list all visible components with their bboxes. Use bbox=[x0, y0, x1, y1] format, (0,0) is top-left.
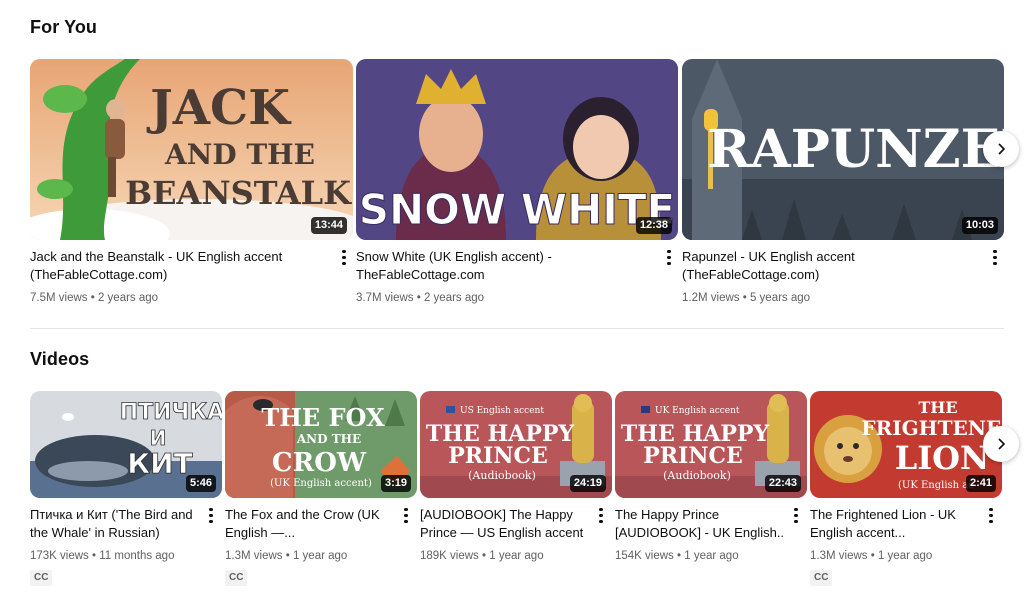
thumb-title-text: THE bbox=[918, 398, 957, 417]
svg-text:(Audiobook): (Audiobook) bbox=[663, 469, 731, 482]
thumb-title-text: RAPUNZEL bbox=[707, 119, 1004, 180]
video-stats: 189K views • 1 year ago bbox=[420, 550, 544, 562]
kebab-icon[interactable] bbox=[401, 506, 411, 526]
svg-text:BEANSTALK: BEANSTALK bbox=[125, 174, 352, 212]
kebab-icon[interactable] bbox=[664, 248, 674, 268]
video-thumbnail[interactable]: THE FOX AND THE CROW (UK English accent)… bbox=[225, 391, 417, 498]
section-divider bbox=[30, 328, 1004, 329]
svg-text:FRIGHTENED: FRIGHTENED bbox=[861, 416, 1002, 440]
svg-text:AND THE: AND THE bbox=[296, 432, 361, 446]
video-card[interactable]: THE FOX AND THE CROW (UK English accent)… bbox=[225, 391, 417, 586]
video-thumbnail[interactable]: ПТИЧКА И КИТ 5:46 bbox=[30, 391, 222, 498]
video-stats: 3.7M views • 2 years ago bbox=[356, 292, 485, 304]
duration-badge: 13:44 bbox=[310, 217, 347, 234]
cc-badge: CC bbox=[30, 570, 53, 586]
thumb-title-text: JACK bbox=[146, 80, 292, 136]
video-thumbnail[interactable]: UK English accent THE HAPPY PRINCE (Audi… bbox=[615, 391, 807, 498]
video-stats: 7.5M views • 2 years ago bbox=[30, 292, 159, 304]
kebab-icon[interactable] bbox=[986, 506, 996, 526]
video-card[interactable]: THE FRIGHTENED LION (UK English ac 2:41 … bbox=[810, 391, 1002, 586]
kebab-icon[interactable] bbox=[596, 506, 606, 526]
svg-text:AND THE: AND THE bbox=[164, 138, 315, 171]
video-thumbnail[interactable]: JACK AND THE BEANSTALK 13:44 bbox=[30, 59, 353, 240]
duration-badge: 22:43 bbox=[764, 475, 801, 492]
duration-badge: 2:41 bbox=[965, 475, 996, 492]
svg-text:PRINCE: PRINCE bbox=[643, 443, 743, 469]
video-card[interactable]: JACK AND THE BEANSTALK 13:44 Jack and th… bbox=[30, 59, 353, 306]
next-arrow-button[interactable] bbox=[983, 426, 1019, 462]
chevron-right-icon bbox=[998, 143, 1006, 155]
thumb-subtitle-text: US English accent bbox=[460, 406, 544, 416]
svg-text:(UK English ac: (UK English ac bbox=[898, 480, 974, 491]
video-card[interactable]: SNOW WHITE 12:38 Snow White (UK English … bbox=[356, 59, 678, 306]
kebab-icon[interactable] bbox=[206, 506, 216, 526]
video-title[interactable]: Jack and the Beanstalk - UK English acce… bbox=[30, 248, 331, 284]
cc-badge: CC bbox=[225, 570, 248, 586]
video-stats: 1.2M views • 5 years ago bbox=[682, 292, 811, 304]
video-title[interactable]: Rapunzel - UK English accent (TheFableCo… bbox=[682, 248, 982, 284]
section-title-for-you: For You bbox=[30, 17, 98, 37]
duration-badge: 10:03 bbox=[961, 217, 998, 234]
kebab-icon[interactable] bbox=[339, 248, 349, 268]
video-stats: 173K views • 11 months ago bbox=[30, 550, 175, 562]
video-thumbnail[interactable]: THE FRIGHTENED LION (UK English ac 2:41 bbox=[810, 391, 1002, 498]
video-title[interactable]: The Happy Prince [AUDIOBOOK] - UK Englis… bbox=[615, 506, 785, 542]
video-thumbnail[interactable]: RAPUNZEL 10:03 bbox=[682, 59, 1004, 240]
cc-badge: CC bbox=[810, 570, 833, 586]
thumb-title-text: THE FOX bbox=[261, 403, 385, 432]
video-stats: 154K views • 1 year ago bbox=[615, 550, 739, 562]
video-thumbnail[interactable]: SNOW WHITE 12:38 bbox=[356, 59, 678, 240]
video-card[interactable]: UK English accent THE HAPPY PRINCE (Audi… bbox=[615, 391, 807, 564]
next-arrow-button[interactable] bbox=[983, 131, 1019, 167]
svg-text:(Audiobook): (Audiobook) bbox=[468, 469, 536, 482]
video-title[interactable]: Птичка и Кит ('The Bird and the Whale' i… bbox=[30, 506, 200, 542]
video-thumbnail[interactable]: US English accent THE HAPPY PRINCE (Audi… bbox=[420, 391, 612, 498]
video-title[interactable]: [AUDIOBOOK] The Happy Prince — US Englis… bbox=[420, 506, 590, 542]
thumb-subtitle-text: UK English accent bbox=[655, 406, 740, 416]
svg-text:PRINCE: PRINCE bbox=[448, 443, 548, 469]
video-card[interactable]: ПТИЧКА И КИТ 5:46 Птичка и Кит ('The Bir… bbox=[30, 391, 222, 586]
svg-text:(UK English accent): (UK English accent) bbox=[270, 478, 372, 489]
video-card[interactable]: RAPUNZEL 10:03 Rapunzel - UK English acc… bbox=[682, 59, 1004, 306]
video-card[interactable]: US English accent THE HAPPY PRINCE (Audi… bbox=[420, 391, 612, 564]
video-title[interactable]: Snow White (UK English accent) - TheFabl… bbox=[356, 248, 656, 284]
thumb-title-text: ПТИЧКА bbox=[120, 400, 222, 425]
section-title-videos: Videos bbox=[30, 349, 90, 369]
svg-text:CROW: CROW bbox=[272, 448, 367, 478]
duration-badge: 5:46 bbox=[185, 475, 216, 492]
kebab-icon[interactable] bbox=[990, 248, 1000, 268]
chevron-right-icon bbox=[998, 438, 1006, 450]
duration-badge: 24:19 bbox=[569, 475, 606, 492]
duration-badge: 3:19 bbox=[380, 475, 411, 492]
svg-text:LION: LION bbox=[895, 439, 990, 477]
video-stats: 1.3M views • 1 year ago bbox=[810, 550, 933, 562]
video-title[interactable]: The Frightened Lion - UK English accent.… bbox=[810, 506, 980, 542]
video-stats: 1.3M views • 1 year ago bbox=[225, 550, 348, 562]
duration-badge: 12:38 bbox=[635, 217, 672, 234]
thumb-title-text: SNOW WHITE bbox=[359, 185, 676, 234]
video-title[interactable]: The Fox and the Crow (UK English —... bbox=[225, 506, 395, 542]
kebab-icon[interactable] bbox=[791, 506, 801, 526]
svg-text:КИТ: КИТ bbox=[127, 447, 192, 480]
